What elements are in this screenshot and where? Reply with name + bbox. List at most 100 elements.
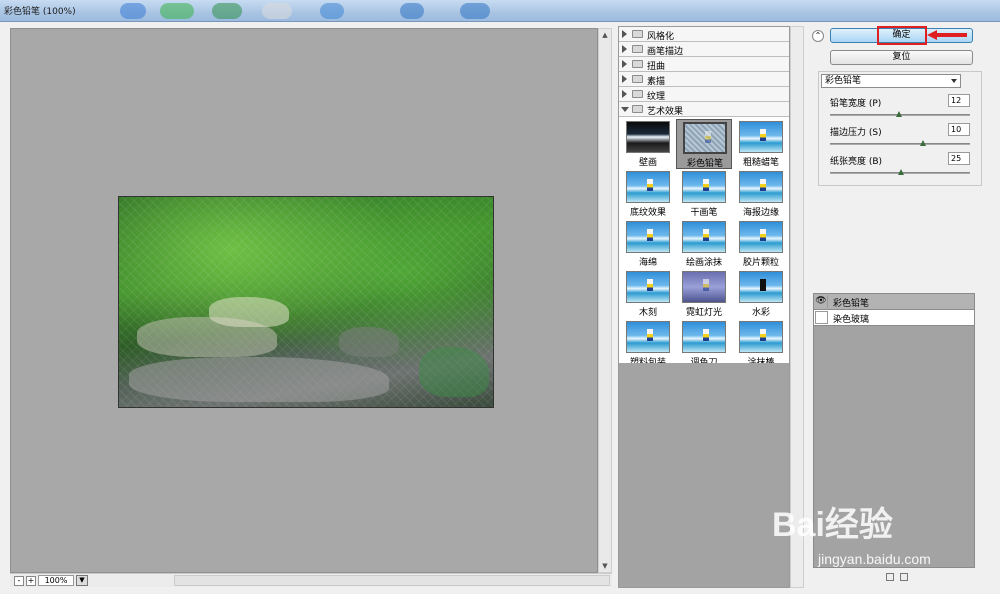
preview-vertical-scrollbar[interactable]: ▲ ▼ xyxy=(598,28,612,573)
category-distort[interactable]: 扭曲 xyxy=(619,57,789,72)
expand-triangle-icon[interactable] xyxy=(622,75,627,83)
expand-triangle-icon[interactable] xyxy=(622,60,627,68)
category-texture[interactable]: 纹理 xyxy=(619,87,789,102)
filter-preview-image xyxy=(739,221,783,253)
filter-gallery: 风格化 画笔描边 扭曲 素描 纹理 艺术效果 壁画 彩色铅笔 粗糙蜡笔 底纹效果… xyxy=(618,26,790,369)
filter-label: 底纹效果 xyxy=(629,208,666,218)
folder-icon xyxy=(632,75,643,83)
collapse-gallery-icon[interactable]: ⌃ xyxy=(812,30,824,42)
filter-label: 绘画涂抹 xyxy=(685,258,722,268)
effect-layer-row[interactable]: 👁 彩色铅笔 xyxy=(814,294,974,310)
category-artistic[interactable]: 艺术效果 xyxy=(619,102,789,117)
category-label: 画笔描边 xyxy=(647,47,684,57)
preview-horizontal-scrollbar[interactable] xyxy=(174,575,610,586)
filter-preview-image xyxy=(739,271,783,303)
filter-label: 粗糙蜡笔 xyxy=(742,158,779,168)
folder-icon xyxy=(632,90,643,98)
filter-preview-image xyxy=(682,271,726,303)
filter-preview-image xyxy=(626,171,670,203)
category-stylize[interactable]: 风格化 xyxy=(619,27,789,42)
collapse-triangle-icon[interactable] xyxy=(621,107,629,112)
category-label: 扭曲 xyxy=(647,62,666,72)
reset-button[interactable]: 复位 xyxy=(830,50,973,65)
param-pencil-width: 铅笔宽度 (P) 12 xyxy=(828,94,973,122)
effect-layer-name: 染色玻璃 xyxy=(833,315,870,325)
filter-preview-image xyxy=(682,171,726,203)
scroll-down-icon[interactable]: ▼ xyxy=(600,561,610,571)
filter-label: 海报边缘 xyxy=(742,208,779,218)
trash-icon[interactable] xyxy=(900,573,908,581)
param-value-field[interactable]: 12 xyxy=(948,94,970,107)
filter-label: 彩色铅笔 xyxy=(686,159,723,169)
zoom-out-button[interactable]: - xyxy=(14,576,24,586)
scroll-up-icon[interactable]: ▲ xyxy=(600,30,610,40)
filter-thumb-neon-glow[interactable]: 霓虹灯光 xyxy=(676,269,732,319)
category-sketch[interactable]: 素描 xyxy=(619,72,789,87)
gallery-empty-area xyxy=(618,363,790,588)
filter-thumb-dry-brush[interactable]: 干画笔 xyxy=(676,169,732,219)
filter-preview-image xyxy=(739,321,783,353)
filter-thumb-colored-pencil[interactable]: 彩色铅笔 xyxy=(676,119,732,169)
filter-label: 干画笔 xyxy=(690,208,718,218)
filter-thumb-palette-knife[interactable]: 调色刀 xyxy=(676,319,732,369)
new-layer-icon[interactable] xyxy=(886,573,894,581)
category-brush-strokes[interactable]: 画笔描边 xyxy=(619,42,789,57)
preview-image xyxy=(118,196,494,408)
filter-preview-image xyxy=(739,171,783,203)
filter-label: 木刻 xyxy=(638,308,657,318)
param-stroke-pressure: 描边压力 (S) 10 xyxy=(828,123,973,151)
filter-thumb-sponge[interactable]: 海绵 xyxy=(620,219,676,269)
filter-preview-image xyxy=(626,271,670,303)
filter-select-value: 彩色铅笔 xyxy=(825,76,862,86)
zoom-bar: - + 100% ▼ xyxy=(10,573,612,587)
filter-thumb-rough-pastels[interactable]: 粗糙蜡笔 xyxy=(733,119,789,169)
filter-thumb-watercolor[interactable]: 水彩 xyxy=(733,269,789,319)
param-label: 铅笔宽度 (P) xyxy=(830,99,882,109)
visibility-toggle[interactable] xyxy=(815,311,828,324)
param-paper-brightness: 纸张亮度 (B) 25 xyxy=(828,152,973,180)
filter-preview-image xyxy=(626,321,670,353)
filter-preview-image xyxy=(683,122,727,154)
expand-triangle-icon[interactable] xyxy=(622,90,627,98)
expand-triangle-icon[interactable] xyxy=(622,45,627,53)
category-label: 素描 xyxy=(647,77,666,87)
category-label: 艺术效果 xyxy=(647,107,684,117)
filter-thumb-plastic-wrap[interactable]: 塑料包装 xyxy=(620,319,676,369)
filter-thumb-fresco[interactable]: 壁画 xyxy=(620,119,676,169)
param-label: 纸张亮度 (B) xyxy=(830,157,883,167)
folder-icon xyxy=(632,45,643,53)
highlight-box xyxy=(877,26,927,45)
layer-actions xyxy=(886,573,916,585)
filter-label: 壁画 xyxy=(638,158,657,168)
zoom-level-field[interactable]: 100% xyxy=(38,575,74,586)
slider-handle[interactable] xyxy=(898,169,904,175)
filter-select[interactable]: 彩色铅笔 xyxy=(821,74,961,88)
zoom-in-button[interactable]: + xyxy=(26,576,36,586)
filter-label: 水彩 xyxy=(751,308,770,318)
eye-icon[interactable]: 👁 xyxy=(815,295,828,308)
window-title: 彩色铅笔 (100%) xyxy=(4,7,76,17)
zoom-dropdown-icon[interactable]: ▼ xyxy=(76,575,88,586)
slider-handle[interactable] xyxy=(896,111,902,117)
filter-label: 霓虹灯光 xyxy=(685,308,722,318)
filter-thumb-underpainting[interactable]: 底纹效果 xyxy=(620,169,676,219)
preview-area[interactable] xyxy=(10,28,598,573)
filter-preview-image xyxy=(682,321,726,353)
effect-layer-row[interactable]: 染色玻璃 xyxy=(814,310,974,326)
slider-handle[interactable] xyxy=(920,140,926,146)
param-value-field[interactable]: 25 xyxy=(948,152,970,165)
param-value-field[interactable]: 10 xyxy=(948,123,970,136)
filter-thumbnails: 壁画 彩色铅笔 粗糙蜡笔 底纹效果 干画笔 海报边缘 海绵 绘画涂抹 胶片颗粒 … xyxy=(619,117,789,369)
param-slider[interactable] xyxy=(830,143,970,145)
title-bar: 彩色铅笔 (100%) xyxy=(0,0,1000,22)
filter-thumb-film-grain[interactable]: 胶片颗粒 xyxy=(733,219,789,269)
filter-thumb-cutout[interactable]: 木刻 xyxy=(620,269,676,319)
filter-thumb-smudge-stick[interactable]: 涂抹棒 xyxy=(733,319,789,369)
folder-icon xyxy=(632,60,643,68)
param-label: 描边压力 (S) xyxy=(830,128,882,138)
filter-preview-image xyxy=(626,221,670,253)
filter-label: 胶片颗粒 xyxy=(742,258,779,268)
filter-thumb-paint-daubs[interactable]: 绘画涂抹 xyxy=(676,219,732,269)
filter-thumb-poster-edges[interactable]: 海报边缘 xyxy=(733,169,789,219)
expand-triangle-icon[interactable] xyxy=(622,30,627,38)
